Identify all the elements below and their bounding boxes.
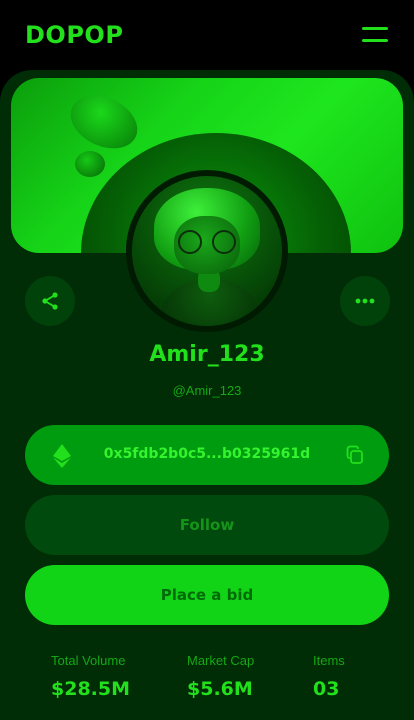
stat-total-volume: Total Volume $28.5M (51, 653, 130, 700)
wallet-address-pill[interactable]: 0x5fdb2b0c5...b0325961d (25, 425, 389, 485)
follow-button[interactable]: Follow (25, 495, 389, 555)
hamburger-icon[interactable] (362, 25, 390, 45)
stat-value: $5.6M (187, 678, 253, 700)
share-icon (42, 292, 58, 310)
profile-card: Amir_123 @Amir_123 0x5fdb2b0c5...b032596… (0, 70, 414, 720)
stat-value: $28.5M (51, 678, 131, 700)
stat-label: Total Volume (51, 653, 126, 668)
avatar (126, 170, 288, 332)
logo[interactable]: DOPOP (25, 21, 123, 49)
top-bar: DOPOP (0, 0, 414, 70)
stat-value: 03 (313, 678, 340, 700)
copy-icon[interactable] (345, 445, 365, 465)
ethereum-icon (53, 444, 71, 468)
wallet-address: 0x5fdb2b0c5...b0325961d (103, 446, 311, 462)
stat-items: Items 03 (313, 653, 345, 700)
place-bid-button[interactable]: Place a bid (25, 565, 389, 625)
profile-name: Amir_123 (149, 342, 265, 367)
stat-label: Items (313, 653, 345, 668)
stat-label: Market Cap (187, 653, 255, 668)
stat-market-cap: Market Cap $5.6M (187, 653, 254, 700)
more-options-button[interactable] (340, 276, 390, 326)
profile-handle: @Amir_123 (172, 383, 242, 398)
share-button[interactable] (25, 276, 75, 326)
more-dots-icon (355, 298, 375, 304)
